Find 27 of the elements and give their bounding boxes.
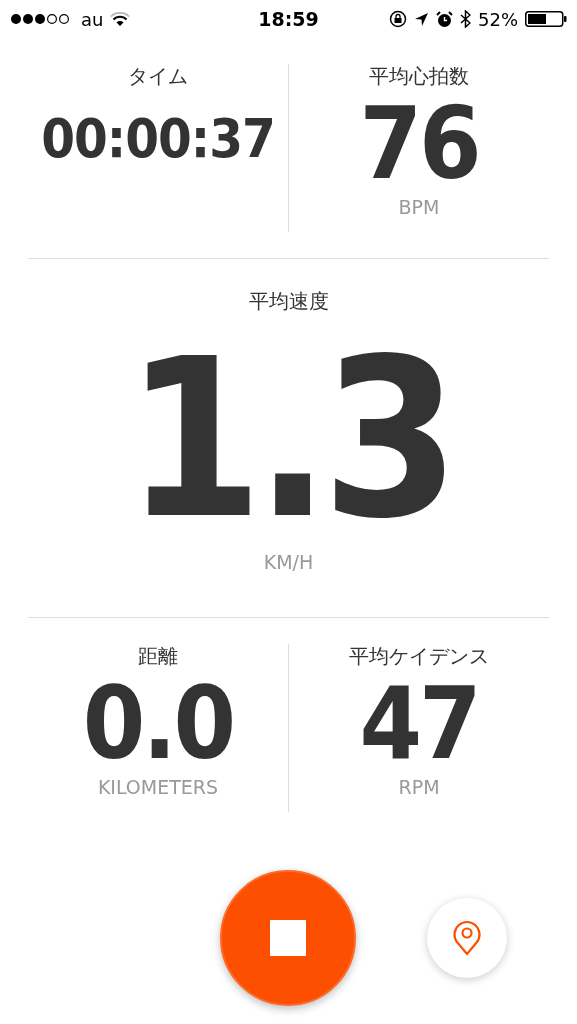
metric-label: 平均速度 — [248, 288, 329, 315]
metric-label: 平均心拍数 — [369, 63, 469, 90]
metric-label: 距離 — [138, 643, 178, 670]
metric-unit: BPM — [398, 196, 440, 218]
location-button[interactable] — [427, 898, 507, 978]
metric-unit: KM/H — [263, 551, 314, 573]
metric-unit: KILOMETERS — [97, 776, 219, 798]
battery-percent: 52% — [478, 8, 518, 30]
stop-icon — [270, 920, 306, 956]
location-arrow-icon — [414, 11, 429, 27]
rotation-lock-icon — [389, 10, 407, 28]
metric-value: 1.3 — [125, 329, 452, 549]
wifi-icon — [110, 11, 131, 27]
metric-value: 00:00:37 — [41, 112, 275, 166]
alarm-icon — [436, 10, 453, 28]
metric-value: 47 — [359, 674, 479, 774]
metric-value: 76 — [359, 94, 479, 194]
metric-unit: RPM — [398, 776, 440, 798]
metric-value: 0.0 — [82, 674, 234, 774]
carrier-name: au — [81, 8, 104, 30]
battery-icon — [525, 11, 567, 27]
stop-button[interactable] — [220, 870, 356, 1006]
map-pin-icon — [452, 920, 482, 956]
metric-label: タイム — [128, 63, 188, 90]
bluetooth-icon — [460, 10, 471, 28]
metric-label: 平均ケイデンス — [349, 643, 489, 670]
clock-time: 18:59 — [258, 8, 319, 30]
